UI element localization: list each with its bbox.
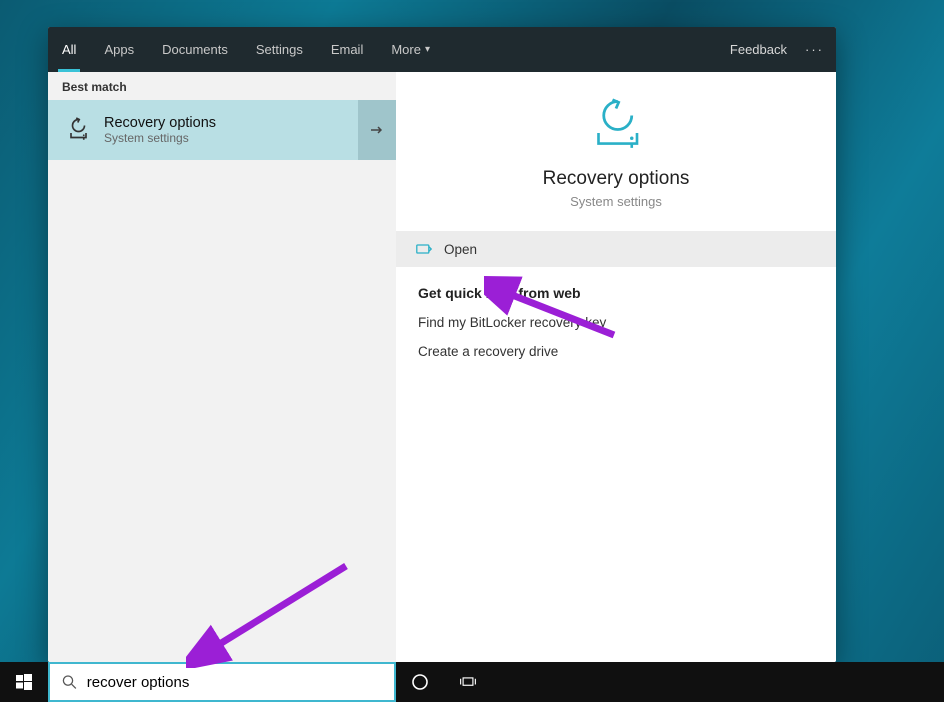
cortana-button[interactable]	[396, 662, 444, 702]
link-bitlocker[interactable]: Find my BitLocker recovery key	[418, 315, 814, 330]
taskbar	[0, 662, 944, 702]
best-match-label: Best match	[48, 72, 396, 100]
open-action[interactable]: Open	[396, 231, 836, 267]
preview-column: Recovery options System settings Open Ge…	[396, 72, 836, 662]
cortana-icon	[411, 673, 429, 691]
recovery-icon	[62, 115, 92, 145]
taskview-button[interactable]	[444, 662, 492, 702]
windows-icon	[16, 674, 32, 690]
tab-email[interactable]: Email	[317, 27, 378, 72]
search-tab-header: All Apps Documents Settings Email More▾ …	[48, 27, 836, 72]
result-subtitle: System settings	[104, 131, 216, 145]
link-recovery-drive[interactable]: Create a recovery drive	[418, 344, 814, 359]
tab-apps[interactable]: Apps	[90, 27, 148, 72]
arrow-right-icon	[369, 122, 385, 138]
results-column: Best match Recovery options System setti…	[48, 72, 396, 662]
search-input[interactable]	[87, 674, 382, 691]
result-title: Recovery options	[104, 115, 216, 131]
start-button[interactable]	[0, 662, 48, 702]
open-icon	[416, 242, 432, 256]
taskbar-search[interactable]	[48, 662, 396, 702]
tab-all[interactable]: All	[48, 27, 90, 72]
feedback-link[interactable]: Feedback	[730, 42, 787, 57]
tab-settings[interactable]: Settings	[242, 27, 317, 72]
open-label: Open	[444, 242, 477, 257]
quick-help-header: Get quick help from web	[418, 285, 814, 301]
search-icon	[62, 674, 77, 690]
tab-documents[interactable]: Documents	[148, 27, 242, 72]
recovery-large-icon	[581, 98, 651, 154]
preview-subtitle: System settings	[570, 194, 662, 209]
chevron-down-icon: ▾	[425, 44, 430, 55]
result-expand-button[interactable]	[358, 100, 396, 160]
taskview-icon	[459, 673, 477, 691]
more-options-button[interactable]: ···	[805, 42, 824, 57]
result-row: Recovery options System settings	[48, 100, 396, 160]
search-popup: All Apps Documents Settings Email More▾ …	[48, 27, 836, 662]
tab-more[interactable]: More▾	[377, 27, 444, 72]
preview-title: Recovery options	[543, 168, 690, 190]
result-recovery-options[interactable]: Recovery options System settings	[48, 100, 358, 160]
